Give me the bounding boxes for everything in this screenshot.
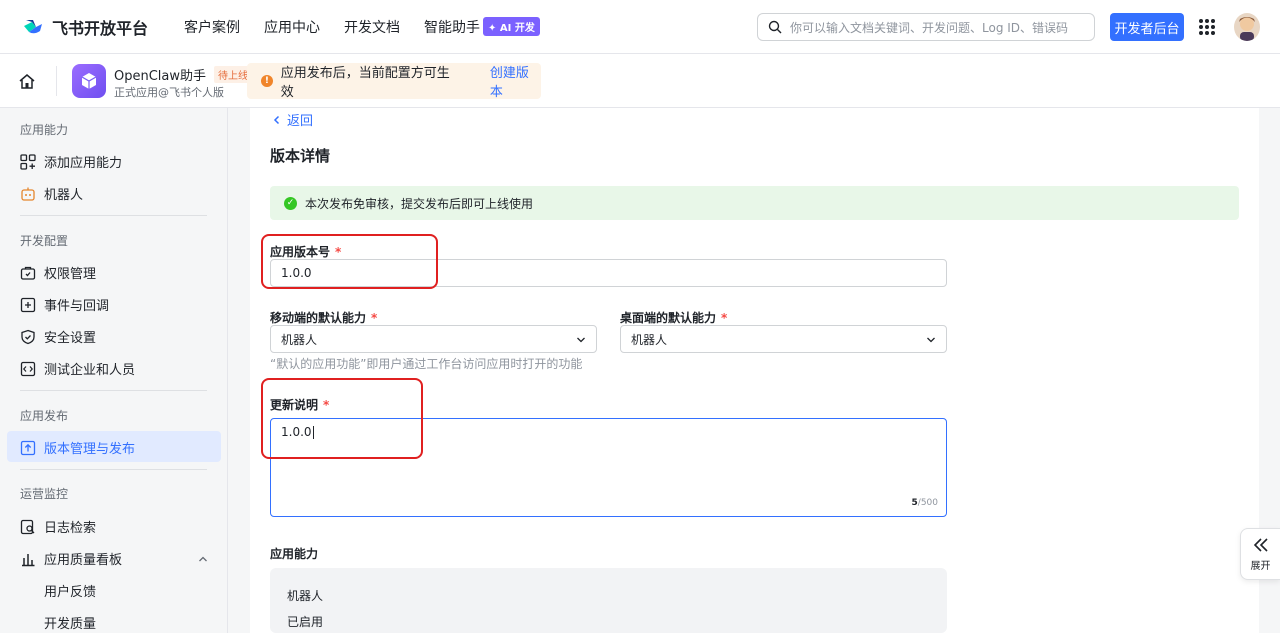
- sidebar-item-bot[interactable]: 机器人: [20, 184, 83, 203]
- nav-assistant-label: 智能助手: [424, 19, 481, 36]
- code-box-icon: [20, 361, 36, 376]
- shield-icon: [21, 329, 35, 344]
- sidebar-item-label: 日志检索: [44, 521, 97, 536]
- avatar-image: [1239, 17, 1255, 41]
- section-title-capabilities: 应用能力: [20, 123, 69, 137]
- highlight-box-notes: [261, 378, 423, 459]
- desktop-default-value: 机器人: [631, 332, 668, 347]
- section-title-dev-config: 开发配置: [20, 234, 69, 248]
- sidebar-item-label: 安全设置: [44, 331, 97, 346]
- sidebar-subitem-feedback[interactable]: 用户反馈: [44, 581, 96, 600]
- divider: [20, 390, 207, 391]
- section-title-monitoring: 运营监控: [20, 487, 69, 501]
- ai-dev-badge: ✦ AI 开发: [483, 17, 540, 36]
- capability-state: 已启用: [287, 615, 324, 629]
- warning-icon: !: [261, 75, 273, 87]
- sidebar: 应用能力 添加应用能力 机器人 开发配置 权限管理 事件与回调 安全设置 测试企…: [0, 108, 228, 633]
- publish-notice: ! 应用发布后，当前配置方可生效 创建版本: [247, 62, 541, 100]
- mobile-default-select[interactable]: 机器人: [270, 325, 597, 353]
- chevron-up-icon[interactable]: [198, 554, 208, 564]
- permission-icon: [20, 266, 36, 280]
- search-placeholder: 你可以输入文档关键词、开发问题、Log ID、错误码: [790, 20, 1069, 35]
- success-text: 本次发布免审核，提交发布后即可上线使用: [305, 196, 534, 211]
- desktop-default-select[interactable]: 机器人: [620, 325, 947, 353]
- sidebar-item-label: 机器人: [44, 188, 84, 203]
- sidebar-item-label: 添加应用能力: [44, 156, 123, 171]
- required-mark: *: [371, 311, 378, 325]
- divider: [20, 215, 207, 216]
- sidebar-item-add-capability[interactable]: 添加应用能力: [20, 152, 122, 171]
- app-icon: [72, 64, 106, 98]
- sidebar-item-log-search[interactable]: 日志检索: [20, 517, 96, 536]
- add-grid-icon: [20, 153, 36, 170]
- capabilities-label: 应用能力: [270, 547, 319, 561]
- nav-customer-cases[interactable]: 客户案例: [184, 17, 240, 37]
- sidebar-item-security[interactable]: 安全设置: [20, 327, 96, 346]
- sidebar-item-label: 事件与回调: [44, 299, 110, 314]
- sidebar-item-test-tenants[interactable]: 测试企业和人员: [20, 359, 135, 378]
- char-counter: 5/500: [912, 498, 938, 508]
- brand-name: 飞书开放平台: [52, 18, 149, 38]
- nav-dev-docs[interactable]: 开发文档: [344, 17, 400, 37]
- expand-panel-button[interactable]: 展开: [1240, 528, 1280, 580]
- char-count-max: /500: [917, 498, 938, 508]
- sidebar-item-label: 权限管理: [44, 267, 97, 282]
- brand-logo[interactable]: 飞书开放平台: [22, 15, 148, 39]
- success-banner: ✓ 本次发布免审核，提交发布后即可上线使用: [270, 186, 1239, 220]
- sidebar-item-label: 测试企业和人员: [44, 363, 136, 378]
- desktop-default-label-text: 桌面端的默认能力: [620, 311, 717, 325]
- required-mark: *: [721, 311, 728, 325]
- sidebar-item-events[interactable]: 事件与回调: [20, 295, 109, 314]
- app-name-text: OpenClaw助手: [114, 69, 207, 84]
- back-label: 返回: [287, 114, 314, 129]
- sidebar-item-version-release[interactable]: 版本管理与发布: [20, 438, 135, 457]
- create-version-link[interactable]: 创建版本: [490, 62, 541, 100]
- sidebar-item-label: 版本管理与发布: [44, 442, 136, 457]
- capability-card: [270, 568, 947, 633]
- highlight-box-version: [261, 234, 438, 289]
- search-icon: [768, 20, 782, 34]
- chevron-down-icon: [577, 337, 585, 343]
- desktop-default-label: 桌面端的默认能力 *: [620, 309, 727, 326]
- apps-grid-icon[interactable]: [1199, 19, 1215, 35]
- cube-icon: [81, 73, 97, 89]
- search-input[interactable]: 你可以输入文档关键词、开发问题、Log ID、错误码: [757, 13, 1095, 41]
- robot-icon: [21, 187, 35, 201]
- mobile-default-label: 移动端的默认能力 *: [270, 309, 377, 326]
- back-link[interactable]: 返回: [272, 110, 313, 129]
- double-chevron-left-icon: [1253, 538, 1268, 552]
- sidebar-item-permissions[interactable]: 权限管理: [20, 263, 96, 282]
- upload-box-icon: [20, 440, 36, 455]
- mobile-default-value: 机器人: [281, 332, 318, 347]
- bar-chart-icon: [22, 553, 35, 566]
- feishu-logo-icon: [24, 19, 42, 33]
- expand-label: 展开: [1250, 561, 1271, 572]
- app-subtitle: 正式应用@飞书个人版: [114, 86, 224, 99]
- avatar[interactable]: [1234, 13, 1260, 41]
- event-add-icon: [20, 297, 36, 312]
- notice-text: 应用发布后，当前配置方可生效: [280, 66, 450, 100]
- page-title: 版本详情: [270, 147, 331, 165]
- capability-name: 机器人: [287, 589, 324, 603]
- chevron-left-icon: [273, 115, 280, 124]
- nav-assistant[interactable]: 智能助手 ✦ AI 开发: [424, 17, 540, 37]
- sidebar-item-label: 应用质量看板: [44, 553, 123, 568]
- developer-console-button[interactable]: 开发者后台: [1110, 13, 1184, 41]
- home-icon[interactable]: [18, 73, 36, 90]
- section-title-publish: 应用发布: [20, 409, 69, 423]
- default-capability-hint: “默认的应用功能”即用户通过工作台访问应用时打开的功能: [270, 357, 583, 371]
- mobile-default-label-text: 移动端的默认能力: [270, 311, 367, 325]
- divider: [56, 66, 57, 96]
- sidebar-item-quality-board[interactable]: 应用质量看板: [20, 549, 208, 568]
- chevron-down-icon: [927, 337, 935, 343]
- sidebar-subitem-dev-quality[interactable]: 开发质量: [44, 613, 96, 632]
- check-circle-icon: ✓: [284, 196, 297, 210]
- log-search-icon: [20, 519, 35, 534]
- nav-app-center[interactable]: 应用中心: [264, 17, 320, 37]
- divider: [20, 469, 207, 470]
- app-name: OpenClaw助手 待上线: [114, 65, 253, 84]
